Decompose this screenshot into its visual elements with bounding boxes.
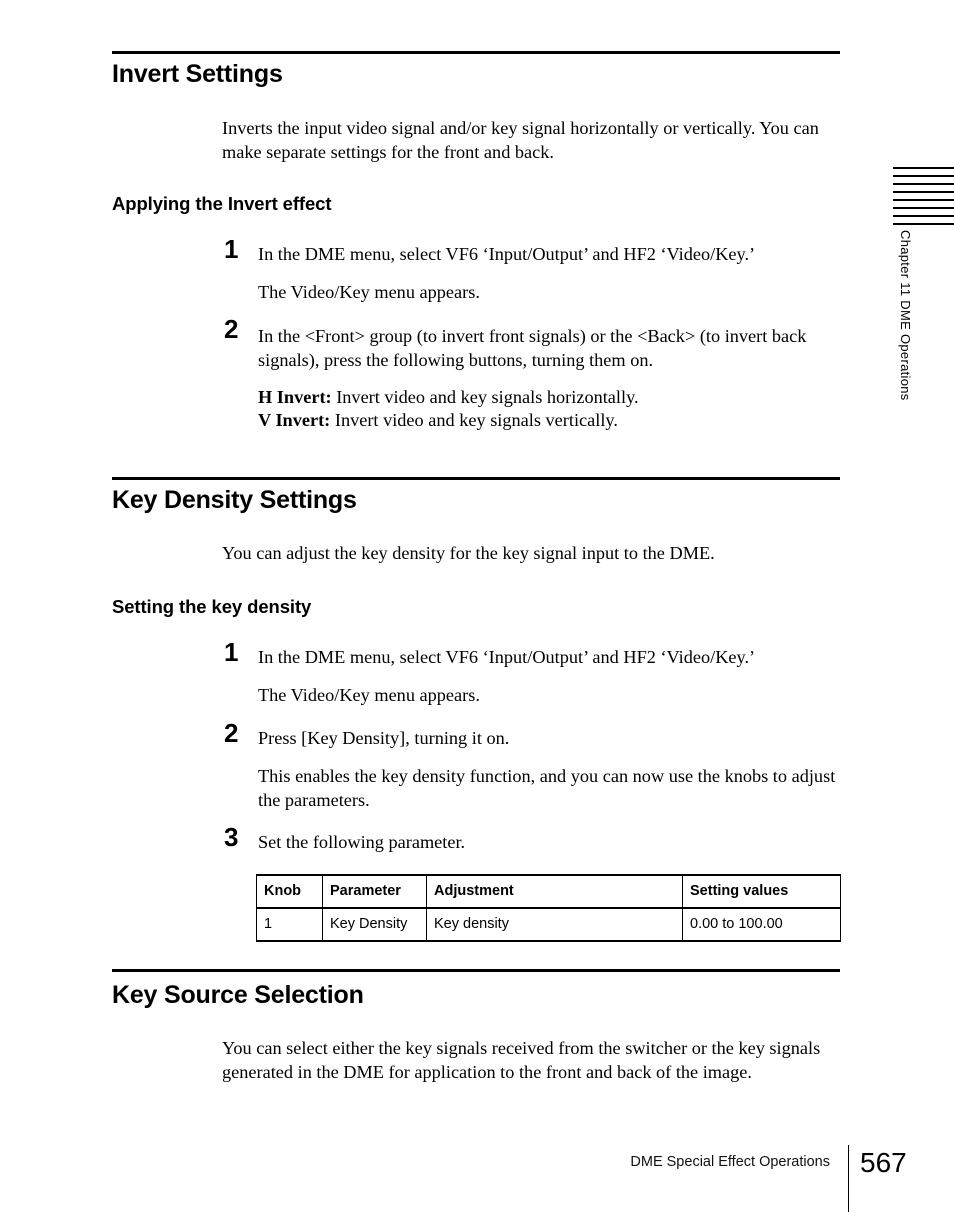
step-text: Press [Key Density], turning it on.: [258, 728, 510, 748]
section-rule-key-density-settings: [112, 477, 840, 480]
chapter-tab-line: [893, 223, 954, 225]
table-header-parameter: Parameter: [322, 874, 427, 909]
step-number: 3: [224, 822, 239, 852]
step-text: In the DME menu, select VF6 ‘Input/Outpu…: [258, 244, 756, 264]
step-number: 1: [224, 234, 239, 264]
definition-term: H Invert:: [258, 387, 332, 407]
section-rule-key-source-selection: [112, 969, 840, 972]
table-header-adjustment: Adjustment: [426, 874, 683, 909]
section-title-key-source-selection: Key Source Selection: [112, 981, 364, 1009]
chapter-tab-lines: [893, 167, 954, 225]
section-rule-invert-settings: [112, 51, 840, 54]
step-text: In the DME menu, select VF6 ‘Input/Outpu…: [258, 647, 756, 667]
chapter-tab-label: Chapter 11 DME Operations: [898, 230, 913, 401]
chapter-tab-line: [893, 215, 954, 217]
footer-title: DME Special Effect Operations: [630, 1154, 830, 1170]
definition-desc: Invert video and key signals vertically.: [330, 410, 618, 430]
section-title-key-density-settings: Key Density Settings: [112, 486, 357, 514]
definition-desc: Invert video and key signals horizontall…: [331, 387, 639, 407]
table-header-setting-values: Setting values: [682, 874, 841, 909]
step-number: 1: [224, 637, 239, 667]
step-text: Set the following parameter.: [258, 832, 466, 852]
step-result: This enables the key density function, a…: [258, 766, 836, 810]
chapter-tab-line: [893, 183, 954, 185]
chapter-tab-line: [893, 207, 954, 209]
table-header-row: Knob Parameter Adjustment Setting values: [256, 874, 841, 909]
table-cell-parameter: Key Density: [322, 907, 427, 942]
definition-h-invert: H Invert: Invert video and key signals h…: [258, 386, 842, 409]
step-result: The Video/Key menu appears.: [258, 282, 480, 302]
table-cell-knob: 1: [256, 907, 323, 942]
definition-term: V Invert:: [258, 410, 331, 430]
page-number: 567: [860, 1147, 907, 1178]
chapter-tab-line: [893, 167, 954, 169]
subheading-applying-the-invert-effect: Applying the Invert effect: [112, 193, 332, 214]
footer-divider: [848, 1145, 849, 1212]
document-page: Invert Settings Inverts the input video …: [0, 0, 954, 1212]
section-intro-key-source-selection: You can select either the key signals re…: [222, 1038, 821, 1082]
table-row: 1 Key Density Key density 0.00 to 100.00: [256, 907, 841, 942]
step-number: 2: [224, 718, 239, 748]
table-header-knob: Knob: [256, 874, 323, 909]
section-title-invert-settings: Invert Settings: [112, 60, 283, 88]
step-text: In the <Front> group (to invert front si…: [258, 326, 807, 370]
parameter-table: Knob Parameter Adjustment Setting values…: [256, 874, 841, 942]
chapter-tab-line: [893, 199, 954, 201]
section-intro-key-density-settings: You can adjust the key density for the k…: [222, 543, 715, 563]
subheading-setting-the-key-density: Setting the key density: [112, 596, 312, 617]
chapter-tab-line: [893, 191, 954, 193]
step-number: 2: [224, 314, 239, 344]
table-cell-setting-values: 0.00 to 100.00: [682, 907, 841, 942]
step-result: The Video/Key menu appears.: [258, 685, 480, 705]
definition-v-invert: V Invert: Invert video and key signals v…: [258, 409, 842, 432]
section-intro-invert-settings: Inverts the input video signal and/or ke…: [222, 118, 819, 162]
table-cell-adjustment: Key density: [426, 907, 683, 942]
chapter-tab-line: [893, 175, 954, 177]
